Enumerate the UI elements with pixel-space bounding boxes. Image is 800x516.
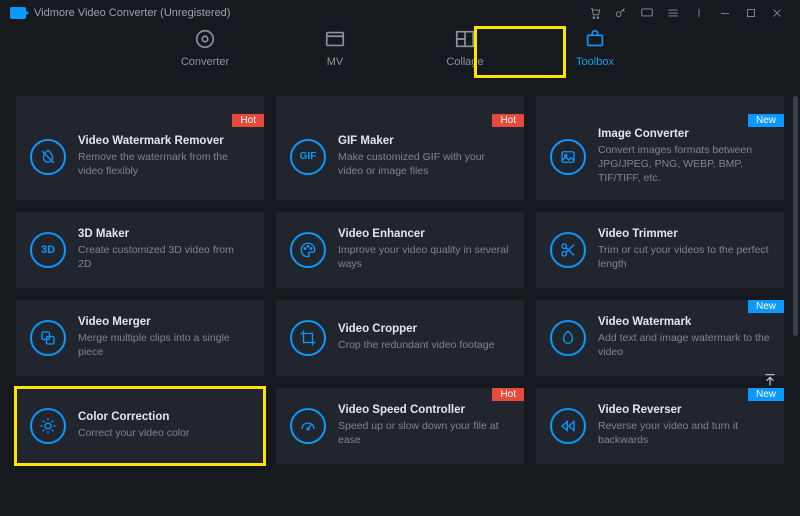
divider-icon [686, 3, 712, 23]
tool-title: Video Reverser [598, 404, 770, 416]
tool-title: Video Speed Controller [338, 404, 510, 416]
tool-desc: Merge multiple clips into a single piece [78, 331, 250, 359]
tool-title: 3D Maker [78, 228, 250, 240]
tab-label: MV [327, 56, 344, 68]
tool-desc: Make customized GIF with your video or i… [338, 150, 510, 178]
app-logo-icon [10, 7, 26, 19]
tool-desc: Add text and image watermark to the vide… [598, 331, 770, 359]
main-tabs: Converter MV Collage Toolbox [0, 26, 800, 86]
minimize-icon[interactable] [712, 3, 738, 23]
hot-badge: Hot [492, 388, 524, 401]
tool-title: Video Merger [78, 316, 250, 328]
tool-title: Color Correction [78, 411, 250, 423]
brightness-icon [30, 408, 66, 444]
app-title: Vidmore Video Converter (Unregistered) [34, 7, 230, 19]
menu-icon[interactable] [660, 3, 686, 23]
tool-desc: Speed up or slow down your file at ease [338, 419, 510, 447]
tool-desc: Reverse your video and turn it backwards [598, 419, 770, 447]
tool-grid: Hot Video Watermark Remover Remove the w… [0, 86, 800, 516]
tool-desc: Correct your video color [78, 426, 250, 440]
tool-title: Video Enhancer [338, 228, 510, 240]
merge-icon [30, 320, 66, 356]
hot-badge: Hot [232, 114, 264, 127]
hot-badge: Hot [492, 114, 524, 127]
tool-desc: Convert images formats between JPG/JPEG,… [598, 143, 770, 186]
three-d-icon: 3D [30, 232, 66, 268]
tool-title: Video Watermark [598, 316, 770, 328]
close-icon[interactable] [764, 3, 790, 23]
tab-label: Collage [446, 56, 483, 68]
watermark-remover-icon [30, 139, 66, 175]
tool-title: Video Trimmer [598, 228, 770, 240]
tab-label: Converter [181, 56, 229, 68]
tool-video-enhancer[interactable]: Video Enhancer Improve your video qualit… [276, 212, 524, 288]
tool-desc: Remove the watermark from the video flex… [78, 150, 250, 178]
new-badge: New [748, 300, 784, 313]
tab-converter[interactable]: Converter [169, 28, 241, 68]
tool-video-reverser[interactable]: New Video Reverser Reverse your video an… [536, 388, 784, 464]
tool-desc: Improve your video quality in several wa… [338, 243, 510, 271]
new-badge: New [748, 114, 784, 127]
gif-icon: GIF [290, 139, 326, 175]
tool-watermark-remover[interactable]: Hot Video Watermark Remover Remove the w… [16, 114, 264, 200]
chat-icon[interactable] [634, 3, 660, 23]
tab-mv[interactable]: MV [299, 28, 371, 68]
tool-title: Image Converter [598, 128, 770, 140]
rewind-icon [550, 408, 586, 444]
watermark-icon [550, 320, 586, 356]
tool-video-merger[interactable]: Video Merger Merge multiple clips into a… [16, 300, 264, 376]
tool-gif-maker[interactable]: Hot GIF GIF Maker Make customized GIF wi… [276, 114, 524, 200]
key-icon[interactable] [608, 3, 634, 23]
tool-title: Video Watermark Remover [78, 135, 250, 147]
titlebar: Vidmore Video Converter (Unregistered) [0, 0, 800, 26]
tool-title: GIF Maker [338, 135, 510, 147]
tool-desc: Trim or cut your videos to the perfect l… [598, 243, 770, 271]
scroll-to-top-button[interactable] [760, 370, 780, 390]
cart-icon[interactable] [582, 3, 608, 23]
scissors-icon [550, 232, 586, 268]
tool-desc: Create customized 3D video from 2D [78, 243, 250, 271]
tool-image-converter[interactable]: New Image Converter Convert images forma… [536, 114, 784, 200]
image-converter-icon [550, 139, 586, 175]
tool-video-trimmer[interactable]: Video Trimmer Trim or cut your videos to… [536, 212, 784, 288]
speedometer-icon [290, 408, 326, 444]
tool-video-cropper[interactable]: Video Cropper Crop the redundant video f… [276, 300, 524, 376]
tab-toolbox[interactable]: Toolbox [559, 28, 631, 68]
tool-desc: Crop the redundant video footage [338, 338, 510, 352]
tool-3d-maker[interactable]: 3D 3D Maker Create customized 3D video f… [16, 212, 264, 288]
tool-color-correction[interactable]: Color Correction Correct your video colo… [16, 388, 264, 464]
tab-label: Toolbox [576, 56, 614, 68]
tool-video-watermark[interactable]: New Video Watermark Add text and image w… [536, 300, 784, 376]
palette-icon [290, 232, 326, 268]
scrollbar[interactable] [793, 96, 798, 336]
tool-title: Video Cropper [338, 323, 510, 335]
maximize-icon[interactable] [738, 3, 764, 23]
tool-video-speed[interactable]: Hot Video Speed Controller Speed up or s… [276, 388, 524, 464]
crop-icon [290, 320, 326, 356]
tab-collage[interactable]: Collage [429, 28, 501, 68]
